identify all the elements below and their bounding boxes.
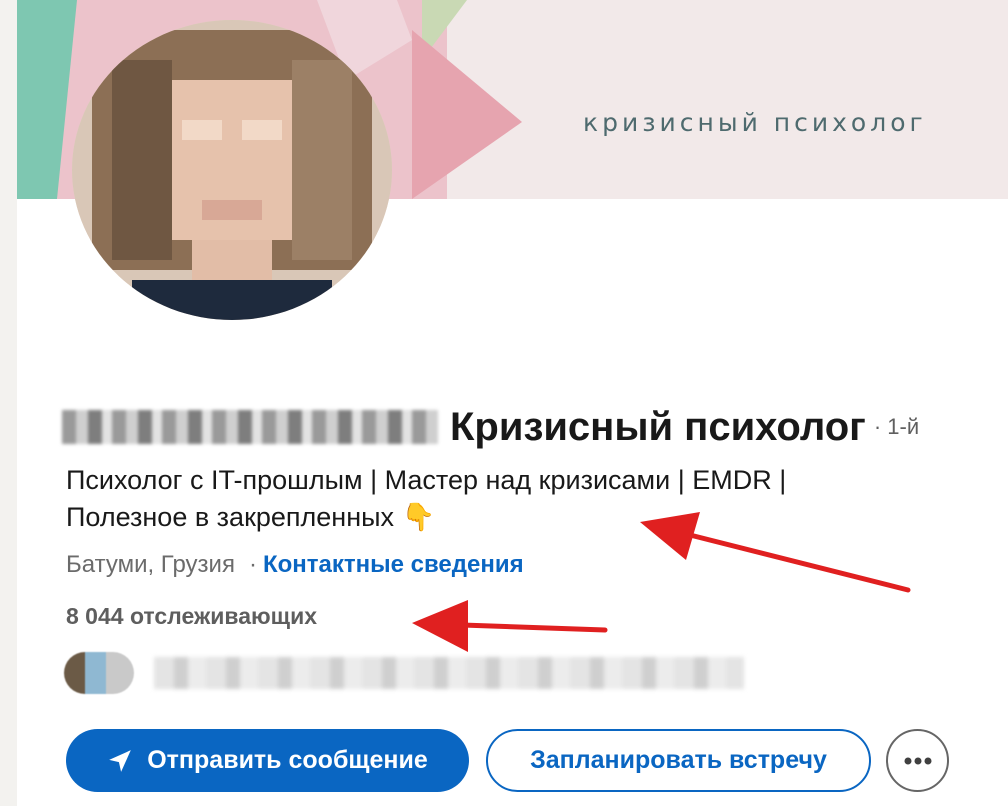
mutual-connections-text [154,657,744,689]
followers-count[interactable]: 8 044 отслеживающих [66,603,317,630]
location: Батуми, Грузия [66,551,235,578]
more-horizontal-icon [904,757,931,764]
schedule-meeting-label: Запланировать встречу [530,746,827,774]
connection-degree: · 1-й [873,414,920,439]
headline-line-1: Психолог с IT-прошлым | Мастер над кризи… [66,465,787,495]
name-row: Кризисный психолог · 1-й [62,397,919,457]
contact-info-link[interactable]: Контактные сведения [263,551,524,578]
profile-card: кризисный психолог Кризисный психолог · … [17,0,1008,806]
headline-line-2-text: Полезное в закрепленных [66,502,395,532]
mutual-connections[interactable] [64,652,744,694]
schedule-meeting-button[interactable]: Запланировать встречу [486,729,871,792]
profile-avatar[interactable] [72,20,392,320]
profile-headline: Психолог с IT-прошлым | Мастер над кризи… [66,462,966,536]
more-actions-button[interactable] [886,729,949,792]
headline-line-2: Полезное в закрепленных 👇 [66,499,966,536]
avatar-pixelated [72,20,392,320]
pointing-down-icon: 👇 [401,502,436,532]
blurred-name [62,410,438,444]
profile-name: Кризисный психолог [450,404,866,449]
separator: · [248,551,257,578]
banner-text: кризисный психолог [583,108,927,137]
send-message-label: Отправить сообщение [147,746,428,774]
send-icon [109,749,132,772]
send-message-button[interactable]: Отправить сообщение [66,729,469,792]
mutual-avatars [64,652,134,694]
location-row: Батуми, Грузия · Контактные сведения [66,551,524,579]
